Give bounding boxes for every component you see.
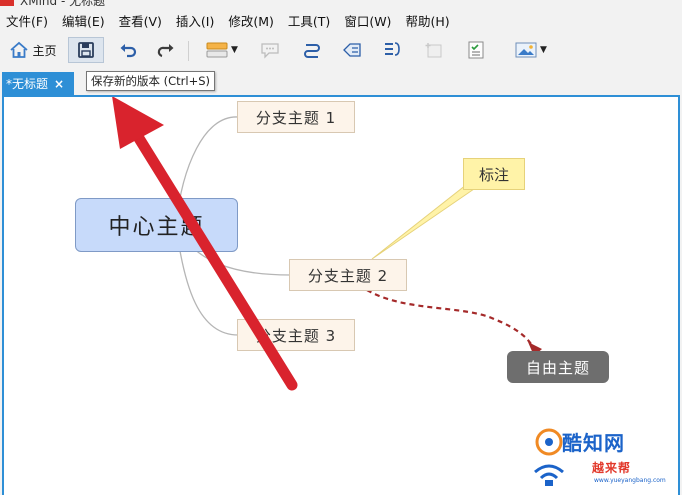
save-tooltip: 保存新的版本 (Ctrl+S) bbox=[86, 71, 216, 91]
watermark-sub: 越来帮 bbox=[592, 461, 632, 475]
menu-edit[interactable]: 编辑(E) bbox=[58, 11, 109, 30]
floating-topic[interactable]: 自由主题 bbox=[507, 351, 609, 383]
relationship-button[interactable] bbox=[298, 37, 326, 63]
insert-image-button[interactable]: ▼ bbox=[506, 37, 556, 63]
menu-window[interactable]: 窗口(W) bbox=[340, 11, 395, 30]
topic-icon bbox=[206, 42, 228, 58]
menu-insert[interactable]: 插入(I) bbox=[172, 11, 218, 30]
window-title: XMind - 无标题 bbox=[20, 0, 106, 8]
callout-pointer bbox=[371, 184, 475, 260]
branch-topic-3[interactable]: 分支主题 3 bbox=[237, 319, 355, 351]
menu-file[interactable]: 文件(F) bbox=[2, 11, 52, 30]
title-bar: XMind - 无标题 bbox=[0, 0, 682, 8]
toolbar: 主页 ▼ ▼ bbox=[0, 33, 682, 67]
watermark-url: www.yueyangbang.com bbox=[594, 477, 666, 484]
redo-button[interactable] bbox=[152, 37, 180, 63]
comment-button[interactable] bbox=[256, 37, 284, 63]
summary-button[interactable] bbox=[378, 37, 406, 63]
boundary-button[interactable] bbox=[338, 37, 366, 63]
insert-topic-button[interactable]: ▼ bbox=[196, 37, 248, 63]
central-topic[interactable]: 中心主题 bbox=[75, 198, 238, 252]
close-icon[interactable]: × bbox=[54, 77, 64, 91]
task-button[interactable] bbox=[462, 37, 490, 63]
redo-icon bbox=[157, 44, 174, 58]
undo-icon bbox=[120, 44, 137, 58]
tab-label: *无标题 bbox=[6, 77, 49, 91]
menu-bar: 文件(F) 编辑(E) 查看(V) 插入(I) 修改(M) 工具(T) 窗口(W… bbox=[0, 8, 682, 32]
image-icon bbox=[515, 42, 537, 58]
relationship-icon bbox=[304, 44, 320, 58]
note-button[interactable] bbox=[420, 37, 448, 63]
save-icon bbox=[78, 42, 94, 58]
home-button[interactable]: 主页 bbox=[4, 37, 62, 63]
tab-untitled[interactable]: *无标题 × bbox=[2, 72, 74, 95]
watermark-brand: 酷知网 bbox=[562, 431, 625, 455]
branch-topic-2[interactable]: 分支主题 2 bbox=[289, 259, 407, 291]
tab-strip: *无标题 × 保存新的版本 (Ctrl+S) bbox=[0, 69, 682, 95]
comment-icon bbox=[261, 43, 279, 59]
home-label: 主页 bbox=[32, 43, 57, 58]
note-icon bbox=[425, 43, 442, 58]
home-icon bbox=[10, 41, 29, 58]
boundary-icon bbox=[343, 43, 361, 57]
menu-view[interactable]: 查看(V) bbox=[115, 11, 166, 30]
branch-topic-1[interactable]: 分支主题 1 bbox=[237, 101, 355, 133]
save-button[interactable] bbox=[68, 37, 104, 63]
mindmap-canvas[interactable]: 中心主题 分支主题 1 分支主题 2 分支主题 3 标注 自由主题 酷知网 越来… bbox=[2, 95, 680, 495]
toolbar-separator bbox=[188, 41, 189, 61]
summary-icon bbox=[385, 42, 400, 56]
checklist-icon bbox=[468, 41, 484, 59]
callout-topic[interactable]: 标注 bbox=[463, 158, 525, 190]
menu-modify[interactable]: 修改(M) bbox=[224, 11, 278, 30]
menu-help[interactable]: 帮助(H) bbox=[401, 11, 453, 30]
chevron-down-icon: ▼ bbox=[540, 45, 547, 55]
chevron-down-icon: ▼ bbox=[231, 45, 238, 55]
undo-button[interactable] bbox=[114, 37, 142, 63]
relationship-line bbox=[366, 289, 535, 350]
menu-tools[interactable]: 工具(T) bbox=[284, 11, 334, 30]
app-icon bbox=[0, 0, 14, 6]
